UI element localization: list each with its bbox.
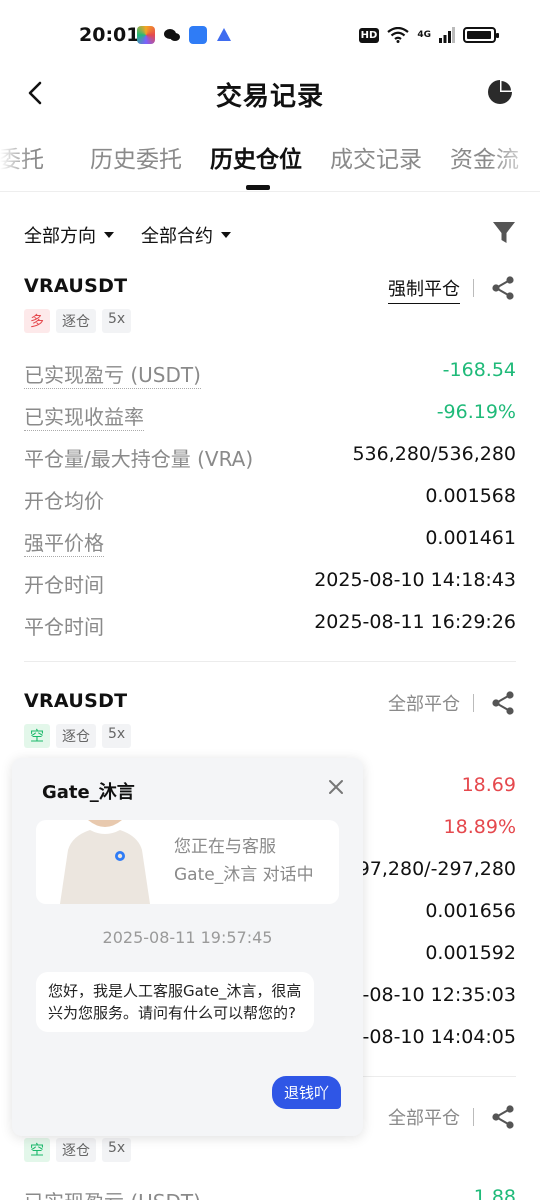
realized-roi-value: 18.89% xyxy=(443,816,516,838)
close-time-label: 平仓时间 xyxy=(24,615,104,639)
close-time-value: 2025-08-11 16:29:26 xyxy=(314,611,516,633)
leverage-badge: 5x xyxy=(102,1138,132,1162)
battery-icon xyxy=(463,27,499,43)
close-status-link[interactable]: 强制平仓 xyxy=(388,275,460,304)
detail-row: 开仓时间 2025-08-10 14:18:43 xyxy=(24,569,516,599)
contract-filter-label: 全部合约 xyxy=(141,226,213,247)
wifi-icon xyxy=(387,27,410,43)
margin-mode-badge: 逐仓 xyxy=(56,309,96,333)
signal-icon xyxy=(439,27,455,43)
open-time-label: 开仓时间 xyxy=(24,573,104,597)
close-icon[interactable] xyxy=(327,778,345,796)
filter-funnel-icon[interactable] xyxy=(492,220,516,246)
caret-down-icon xyxy=(221,232,231,238)
agent-avatar xyxy=(50,820,160,904)
margin-mode-badge: 逐仓 xyxy=(56,1138,96,1162)
detail-row: 平仓量/最大持仓量 (VRA) 536,280/536,280 xyxy=(24,443,516,473)
share-icon[interactable] xyxy=(490,690,516,716)
share-icon[interactable] xyxy=(490,1104,516,1130)
detail-row: 开仓均价 0.001568 xyxy=(24,485,516,515)
close-volume-label: 平仓量/最大持仓量 (VRA) xyxy=(24,447,254,471)
close-time-value: -08-10 14:04:05 xyxy=(362,1026,516,1048)
close-volume-value: 536,280/536,280 xyxy=(352,443,516,465)
app-header: 交易记录 xyxy=(0,66,540,120)
tab-order-history[interactable]: 历史委托 xyxy=(90,140,182,174)
position-tags: 多 逐仓 5x xyxy=(24,309,132,333)
page-title: 交易记录 xyxy=(215,82,324,112)
filter-bar: 全部方向 全部合约 xyxy=(24,218,516,252)
detail-row: 已实现盈亏 (USDT) -168.54 xyxy=(24,359,516,389)
direction-filter[interactable]: 全部方向 xyxy=(24,222,114,248)
app-blue-icon xyxy=(189,26,207,44)
clock: 20:01 xyxy=(79,24,140,46)
direction-filter-label: 全部方向 xyxy=(24,226,96,247)
wechat-icon xyxy=(164,29,180,41)
close-status-link[interactable]: 全部平仓 xyxy=(388,1104,460,1130)
photos-app-icon xyxy=(137,26,155,44)
close-volume-value: 97,280/-297,280 xyxy=(357,858,516,880)
detail-row: 已实现盈亏 (USDT) 1.88 xyxy=(24,1186,516,1200)
caret-down-icon xyxy=(104,232,114,238)
side-badge: 多 xyxy=(24,309,50,333)
realized-pnl-label[interactable]: 已实现盈亏 (USDT) xyxy=(24,1186,201,1200)
customer-service-chat[interactable]: Gate_沐言 您正在与客服 Gate_沐言 对话中 2025-08-11 19… xyxy=(12,758,363,1136)
open-time-value: 2025-08-10 14:18:43 xyxy=(314,569,516,591)
realized-pnl-label[interactable]: 已实现盈亏 (USDT) xyxy=(24,359,201,389)
agent-message-bubble: 您好，我是人工客服Gate_沐言，很高兴为您服务。请问有什么可以帮您的? xyxy=(36,972,314,1032)
agent-name: Gate_沐言 xyxy=(42,782,135,803)
realized-roi-label[interactable]: 已实现收益率 xyxy=(24,401,144,431)
active-tab-indicator xyxy=(246,185,270,190)
detail-row: 强平价格 0.001461 xyxy=(24,527,516,557)
message-timestamp: 2025-08-11 19:57:45 xyxy=(102,928,273,947)
entry-price-value: 0.001656 xyxy=(425,900,516,922)
agent-intro-line2: Gate_沐言 对话中 xyxy=(174,865,314,885)
notification-icons xyxy=(137,26,233,44)
entry-price-value: 0.001568 xyxy=(425,485,516,507)
detail-row: 平仓时间 2025-08-11 16:29:26 xyxy=(24,611,516,641)
pie-chart-icon[interactable] xyxy=(486,78,514,106)
leverage-badge: 5x xyxy=(102,724,132,748)
tab-position-history[interactable]: 历史仓位 xyxy=(210,140,302,174)
network-type: 4G xyxy=(417,30,431,40)
system-icons: HD 4G xyxy=(358,27,499,43)
position-tags: 空 逐仓 5x xyxy=(24,1138,132,1162)
status-bar: 20:01 HD 4G xyxy=(0,0,540,72)
margin-mode-badge: 逐仓 xyxy=(56,724,96,748)
realized-pnl-value: 18.69 xyxy=(461,774,516,796)
tab-bar: 委托 历史委托 历史仓位 成交记录 资金流 xyxy=(0,130,540,192)
realized-pnl-value: -168.54 xyxy=(442,359,516,381)
share-icon[interactable] xyxy=(490,275,516,301)
realized-roi-value: -96.19% xyxy=(436,401,516,423)
gate-app-icon xyxy=(217,28,231,41)
user-message-bubble: 退钱吖 xyxy=(271,1076,341,1109)
side-badge: 空 xyxy=(24,724,50,748)
side-badge: 空 xyxy=(24,1138,50,1162)
detail-row: 已实现收益率 -96.19% xyxy=(24,401,516,431)
contract-symbol: VRAUSDT xyxy=(24,690,128,712)
liquidation-price-label[interactable]: 强平价格 xyxy=(24,527,104,557)
liquidation-price-value: 0.001461 xyxy=(425,527,516,549)
position-card: VRAUSDT 强制平仓 多 逐仓 5x 已实现盈亏 (USDT) -168.5… xyxy=(24,275,516,645)
open-time-value: -08-10 12:35:03 xyxy=(362,984,516,1006)
contract-symbol: VRAUSDT xyxy=(24,275,128,297)
close-status-link[interactable]: 全部平仓 xyxy=(388,690,460,716)
leverage-badge: 5x xyxy=(102,309,132,333)
contract-filter[interactable]: 全部合约 xyxy=(141,222,231,248)
hd-icon: HD xyxy=(358,27,380,43)
agent-intro-card: 您正在与客服 Gate_沐言 对话中 xyxy=(36,820,339,904)
close-price-value: 0.001592 xyxy=(425,942,516,964)
tab-trade-records[interactable]: 成交记录 xyxy=(330,140,422,174)
realized-pnl-value: 1.88 xyxy=(473,1186,516,1200)
divider xyxy=(24,661,516,662)
agent-intro-line1: 您正在与客服 xyxy=(174,837,276,857)
position-tags: 空 逐仓 5x xyxy=(24,724,132,748)
entry-price-label: 开仓均价 xyxy=(24,489,104,513)
